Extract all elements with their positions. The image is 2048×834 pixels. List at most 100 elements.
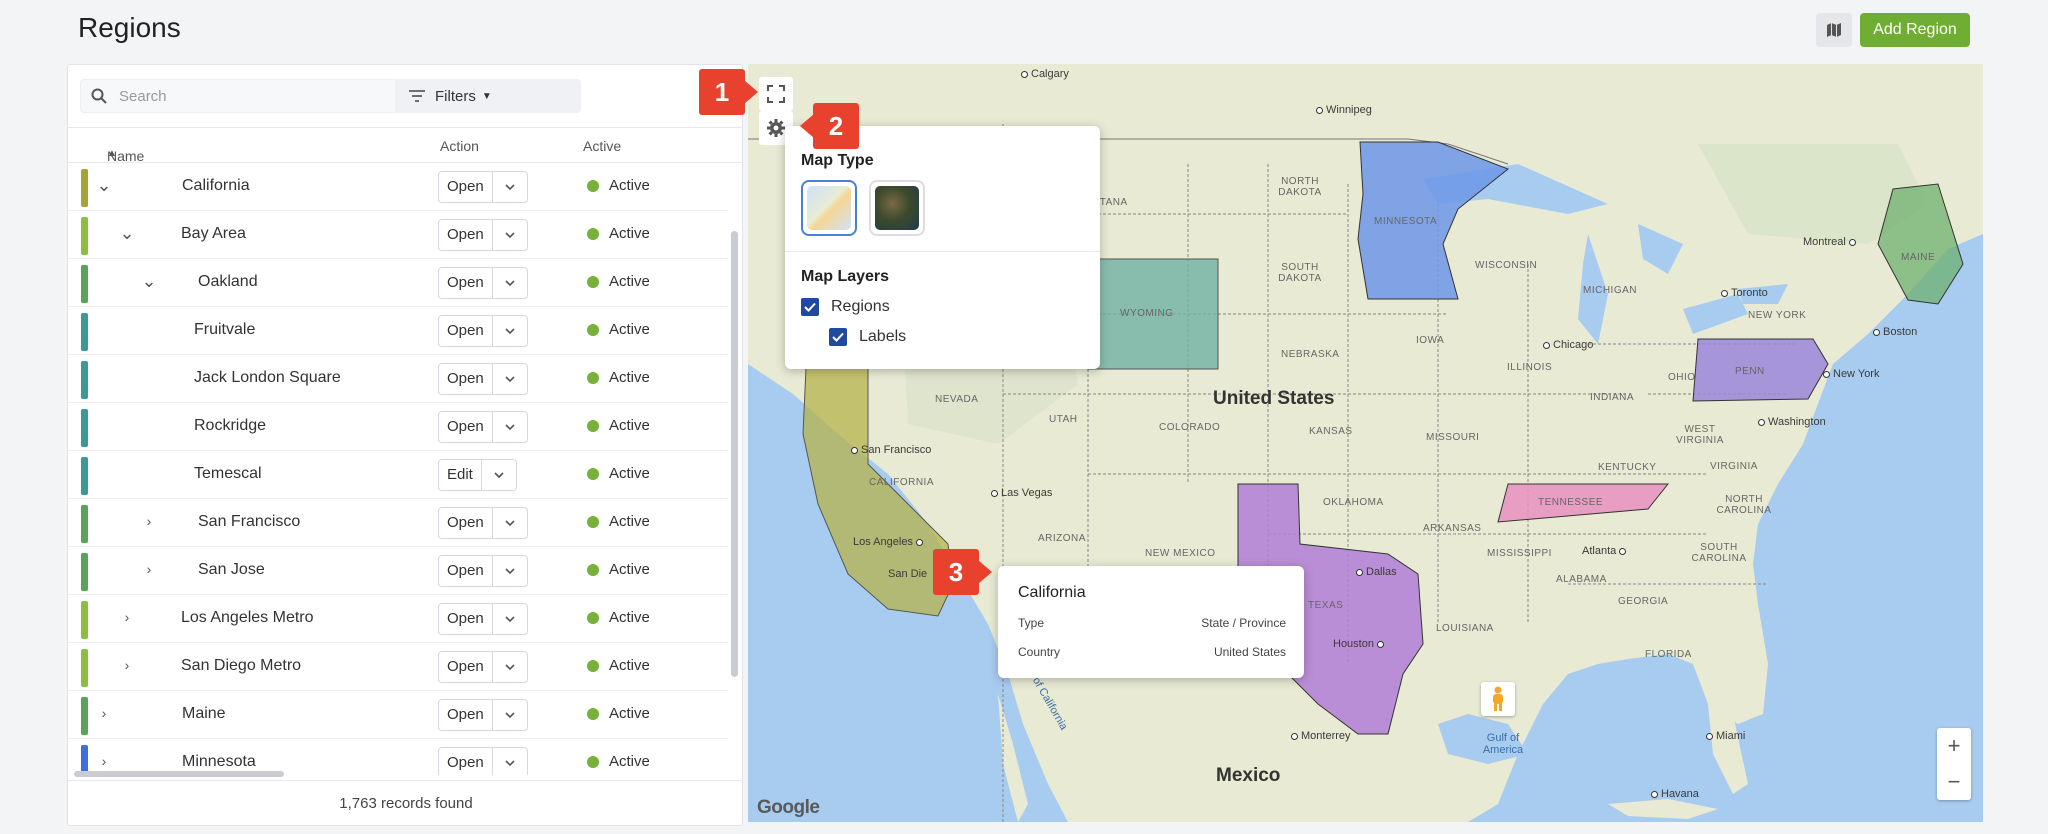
street-view-pegman-button[interactable] [1481,682,1515,716]
row-action-button[interactable]: Open [439,604,493,634]
status-dot-icon [587,755,599,768]
column-header-action: Action [440,138,479,154]
chevron-right-icon[interactable]: › [141,513,157,529]
region-name[interactable]: San Francisco [198,513,300,531]
row-action-button[interactable]: Open [439,268,493,298]
region-name[interactable]: Minnesota [182,753,256,771]
layer-labels-checkbox[interactable]: Labels [829,328,906,346]
table-row[interactable]: › San Francisco Open Active [68,499,728,547]
city-winnipeg: Winnipeg [1313,104,1372,116]
table-row[interactable]: Jack London Square Open Active [68,355,728,403]
row-action-dropdown-button[interactable] [493,700,527,730]
table-row[interactable]: ⌄ Bay Area Open Active [68,211,728,259]
chevron-down-icon[interactable]: ⌄ [119,224,135,242]
horizontal-scrollbar[interactable] [74,771,284,777]
zoom-in-button[interactable]: + [1937,728,1971,764]
row-action-button[interactable]: Open [439,556,493,586]
table-row[interactable]: Temescal Edit Active [68,451,728,499]
row-action-button[interactable]: Open [439,364,493,394]
zoom-out-button[interactable]: − [1937,764,1971,800]
row-action-button[interactable]: Open [439,652,493,682]
status-dot-icon [587,227,599,240]
callout-3: 3 [933,549,992,595]
chevron-down-icon[interactable]: ⌄ [96,176,112,194]
chevron-right-icon[interactable]: › [119,609,135,625]
table-row[interactable]: › San Diego Metro Open Active [68,643,728,691]
row-action-dropdown-button[interactable] [493,268,527,298]
filters-button[interactable]: Filters ▼ [395,79,581,113]
chevron-right-icon[interactable]: › [96,705,112,721]
chevron-down-icon[interactable]: ⌄ [141,272,157,290]
row-action-dropdown-button[interactable] [493,364,527,394]
region-name[interactable]: San Diego Metro [181,657,301,675]
chevron-down-icon [505,232,515,238]
map-layers-title: Map Layers [801,268,890,285]
layer-regions-checkbox[interactable]: Regions [801,298,890,316]
table-row[interactable]: › San Jose Open Active [68,547,728,595]
row-action-button[interactable]: Open [439,220,493,250]
table-row[interactable]: Fruitvale Open Active [68,307,728,355]
chevron-down-icon [494,472,504,478]
row-action-dropdown-button[interactable] [493,220,527,250]
chevron-down-icon [505,184,515,190]
status-badge: Active [587,417,650,434]
region-color-bar [81,649,88,687]
table-row[interactable]: ⌄ Oakland Open Active [68,259,728,307]
row-action-dropdown-button[interactable] [493,172,527,202]
city-dallas: Dallas [1353,566,1397,578]
row-action-button[interactable]: Open [439,412,493,442]
row-action-dropdown-button[interactable] [482,460,516,490]
region-name[interactable]: San Jose [198,561,265,579]
region-name[interactable]: Temescal [194,465,262,483]
map-view-toggle-button[interactable] [1816,13,1852,47]
row-action-dropdown-button[interactable] [493,556,527,586]
table-row[interactable]: ⌄ California Open Active [68,163,728,211]
status-dot-icon [587,371,599,384]
status-badge: Active [587,273,650,290]
add-region-button[interactable]: Add Region [1860,13,1970,47]
chevron-right-icon[interactable]: › [96,753,112,769]
layer-regions-label: Regions [831,298,890,315]
pegman-icon [1493,686,1503,711]
region-name[interactable]: Maine [182,705,226,723]
status-label: Active [609,177,650,194]
row-action-button[interactable]: Open [439,172,493,202]
row-action-button[interactable]: Edit [439,460,482,490]
row-action-dropdown-button[interactable] [493,748,527,775]
state-label-arkansas: ARKANSAS [1423,523,1482,534]
status-dot-icon [587,707,599,720]
region-name[interactable]: Bay Area [181,225,246,243]
chevron-right-icon[interactable]: › [119,657,135,673]
row-action-button[interactable]: Open [439,508,493,538]
row-action-dropdown-button[interactable] [493,604,527,634]
region-name[interactable]: Rockridge [194,417,266,435]
row-action-button[interactable]: Open [439,700,493,730]
filters-label: Filters [435,87,476,105]
row-action-dropdown-button[interactable] [493,412,527,442]
region-name[interactable]: Oakland [198,273,258,291]
status-label: Active [609,369,650,386]
row-action-button[interactable]: Open [439,316,493,346]
row-action-button[interactable]: Open [439,748,493,775]
vertical-scrollbar[interactable] [728,165,738,777]
map-type-satellite-button[interactable] [869,180,925,236]
row-action-dropdown-button[interactable] [493,316,527,346]
row-action-dropdown-button[interactable] [493,508,527,538]
region-name[interactable]: Fruitvale [194,321,255,339]
state-label-penn: PENN [1735,366,1765,377]
layer-labels-label: Labels [859,328,907,345]
row-action-dropdown-button[interactable] [493,652,527,682]
map-type-roadmap-button[interactable] [801,180,857,236]
chevron-down-icon [505,760,515,766]
table-row[interactable]: Rockridge Open Active [68,403,728,451]
chevron-right-icon[interactable]: › [141,561,157,577]
table-row[interactable]: › Minnesota Open Active [68,739,728,775]
region-name[interactable]: Jack London Square [194,369,341,387]
table-row[interactable]: › Maine Open Active [68,691,728,739]
table-row[interactable]: › Los Angeles Metro Open Active [68,595,728,643]
region-name[interactable]: Los Angeles Metro [181,609,314,627]
region-name[interactable]: California [182,177,250,195]
status-badge: Active [587,513,650,530]
fullscreen-button[interactable] [759,77,793,111]
scrollbar-thumb[interactable] [731,231,738,677]
